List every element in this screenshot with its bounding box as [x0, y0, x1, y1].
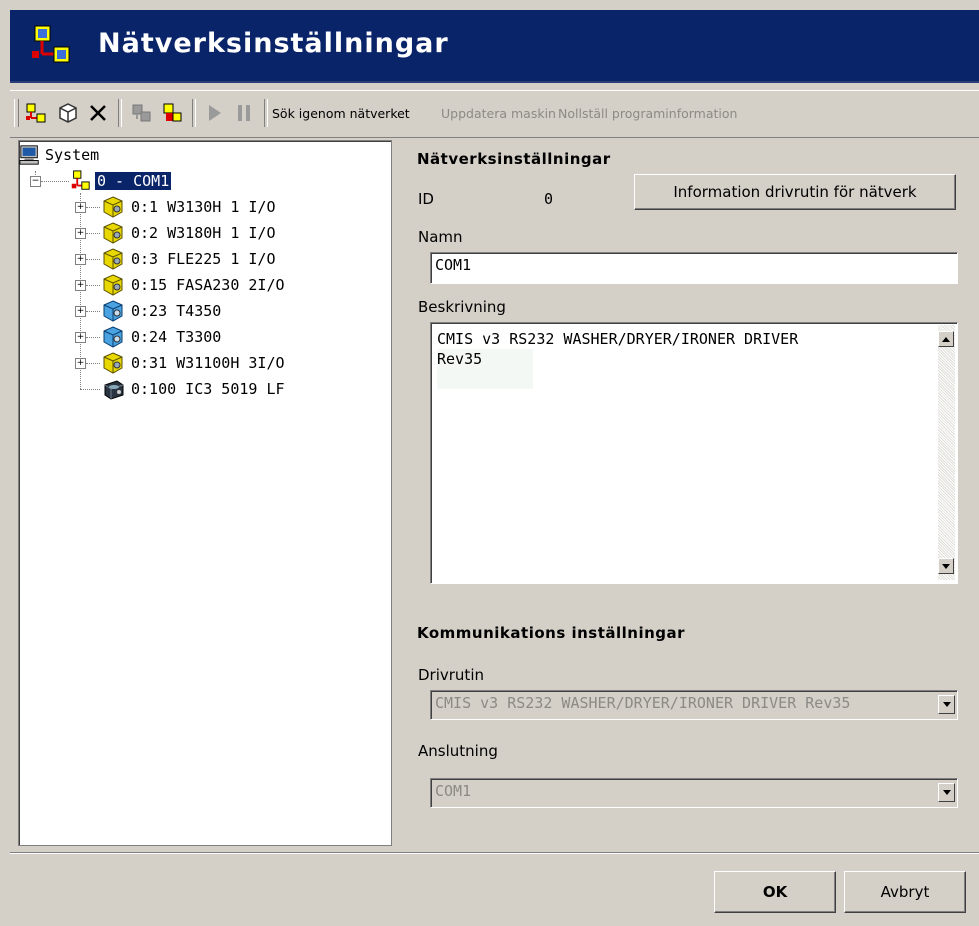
section-title-network: Nätverksinställningar — [417, 150, 611, 168]
tree-item-machine[interactable]: 0:24 T3300 — [101, 325, 221, 349]
machine-settings-icon — [132, 104, 151, 122]
pause-button[interactable] — [230, 99, 258, 127]
tree-item-machine[interactable]: 0:15 FASA230 2I/O — [101, 273, 285, 297]
network-icon — [71, 170, 90, 190]
add-machine-button[interactable] — [54, 99, 82, 127]
settings-panel: Nätverksinställningar ID 0 Information d… — [392, 138, 979, 848]
tree-item-machine[interactable]: 0:31 W31100H 3I/O — [101, 351, 285, 375]
machine-program-button[interactable] — [158, 99, 186, 127]
scroll-up-button[interactable] — [938, 331, 954, 347]
window-title: Nätverksinställningar — [98, 28, 449, 59]
play-icon — [209, 105, 221, 121]
blue-machine-icon — [103, 300, 123, 322]
network-settings-icon — [32, 25, 70, 63]
tree-label-system: System — [45, 146, 100, 164]
connection-combobox[interactable]: COM1 — [430, 778, 958, 808]
ok-button[interactable]: OK — [714, 871, 836, 913]
tree-item-network[interactable]: 0 - COM1 — [69, 169, 173, 193]
name-label: Namn — [418, 228, 463, 246]
expand-toggle[interactable]: + — [75, 358, 86, 369]
yellow-machine-icon — [103, 274, 123, 296]
play-button[interactable] — [200, 99, 228, 127]
expand-toggle[interactable]: + — [75, 306, 86, 317]
add-network-icon — [26, 103, 46, 123]
reset-program-info-button[interactable]: Nollställ programinformation — [558, 106, 737, 121]
description-label: Beskrivning — [418, 298, 506, 316]
name-field[interactable]: COM1 — [430, 252, 958, 284]
collapse-toggle[interactable]: − — [30, 176, 41, 187]
expand-toggle[interactable]: + — [75, 332, 86, 343]
id-label: ID — [418, 190, 434, 208]
delete-icon — [90, 105, 106, 121]
network-tree[interactable]: System − 0 - COM1 + 0:1 W3130H 1 I/O + 0… — [18, 140, 392, 846]
section-title-communication: Kommunikations inställningar — [417, 624, 686, 642]
tree-item-machine[interactable]: 0:23 T4350 — [101, 299, 221, 323]
tree-label-network: 0 - COM1 — [93, 171, 173, 191]
delete-button[interactable] — [84, 99, 112, 127]
tree-item-machine[interactable]: 0:3 FLE225 1 I/O — [101, 247, 276, 271]
add-network-button[interactable] — [22, 99, 50, 127]
expand-toggle[interactable]: + — [75, 228, 86, 239]
tree-item-machine[interactable]: 0:1 W3130H 1 I/O — [101, 195, 276, 219]
description-scrollbar[interactable] — [938, 325, 955, 580]
search-network-button[interactable]: Sök igenom nätverket — [272, 106, 410, 121]
machine-settings-button[interactable] — [128, 99, 156, 127]
machine-program-icon — [163, 103, 182, 122]
tree-item-machine[interactable]: 0:100 IC3 5019 LF — [101, 377, 285, 401]
driver-info-button[interactable]: Information drivrutin för nätverk — [634, 174, 956, 210]
update-machine-button[interactable]: Uppdatera maskin — [441, 106, 556, 121]
computer-icon — [19, 145, 39, 165]
arrow-down-icon — [942, 563, 950, 569]
description-line-1: CMIS v3 RS232 WASHER/DRYER/IRONER DRIVER — [437, 330, 799, 348]
yellow-machine-icon — [103, 222, 123, 244]
tree-item-machine[interactable]: 0:2 W3180H 1 I/O — [101, 221, 276, 245]
description-line-2: Rev35 — [437, 349, 533, 389]
id-value: 0 — [544, 190, 554, 208]
title-bar: Nätverksinställningar — [10, 10, 979, 83]
driver-dropdown-button[interactable] — [938, 695, 955, 714]
connection-dropdown-button[interactable] — [938, 783, 955, 802]
yellow-machine-icon — [103, 248, 123, 270]
chevron-down-icon — [942, 702, 951, 707]
dialog-footer: OK Avbryt — [10, 852, 979, 926]
toolbar: Sök igenom nätverket Uppdatera maskin No… — [10, 90, 979, 138]
connection-combobox-value: COM1 — [435, 782, 472, 800]
scroll-down-button[interactable] — [938, 558, 954, 574]
driver-label: Drivrutin — [418, 666, 484, 684]
description-textarea[interactable]: CMIS v3 RS232 WASHER/DRYER/IRONER DRIVER… — [430, 322, 958, 584]
tree-item-system[interactable]: System — [19, 143, 99, 167]
yellow-machine-icon — [103, 352, 123, 374]
arrow-up-icon — [942, 336, 950, 342]
connection-label: Anslutning — [418, 742, 498, 760]
expand-toggle[interactable]: + — [75, 202, 86, 213]
blue-machine-icon — [103, 326, 123, 348]
driver-combobox[interactable]: CMIS v3 RS232 WASHER/DRYER/IRONER DRIVER… — [430, 690, 958, 720]
driver-combobox-value: CMIS v3 RS232 WASHER/DRYER/IRONER DRIVER… — [435, 694, 851, 712]
expand-toggle[interactable]: + — [75, 254, 86, 265]
add-machine-icon — [59, 103, 77, 123]
toolbar-grip — [14, 99, 19, 127]
yellow-machine-icon — [103, 196, 123, 218]
expand-toggle[interactable]: + — [75, 280, 86, 291]
chevron-down-icon — [942, 790, 951, 795]
cancel-button[interactable]: Avbryt — [844, 871, 966, 913]
pause-icon — [238, 105, 250, 121]
ironer-icon — [104, 380, 124, 400]
